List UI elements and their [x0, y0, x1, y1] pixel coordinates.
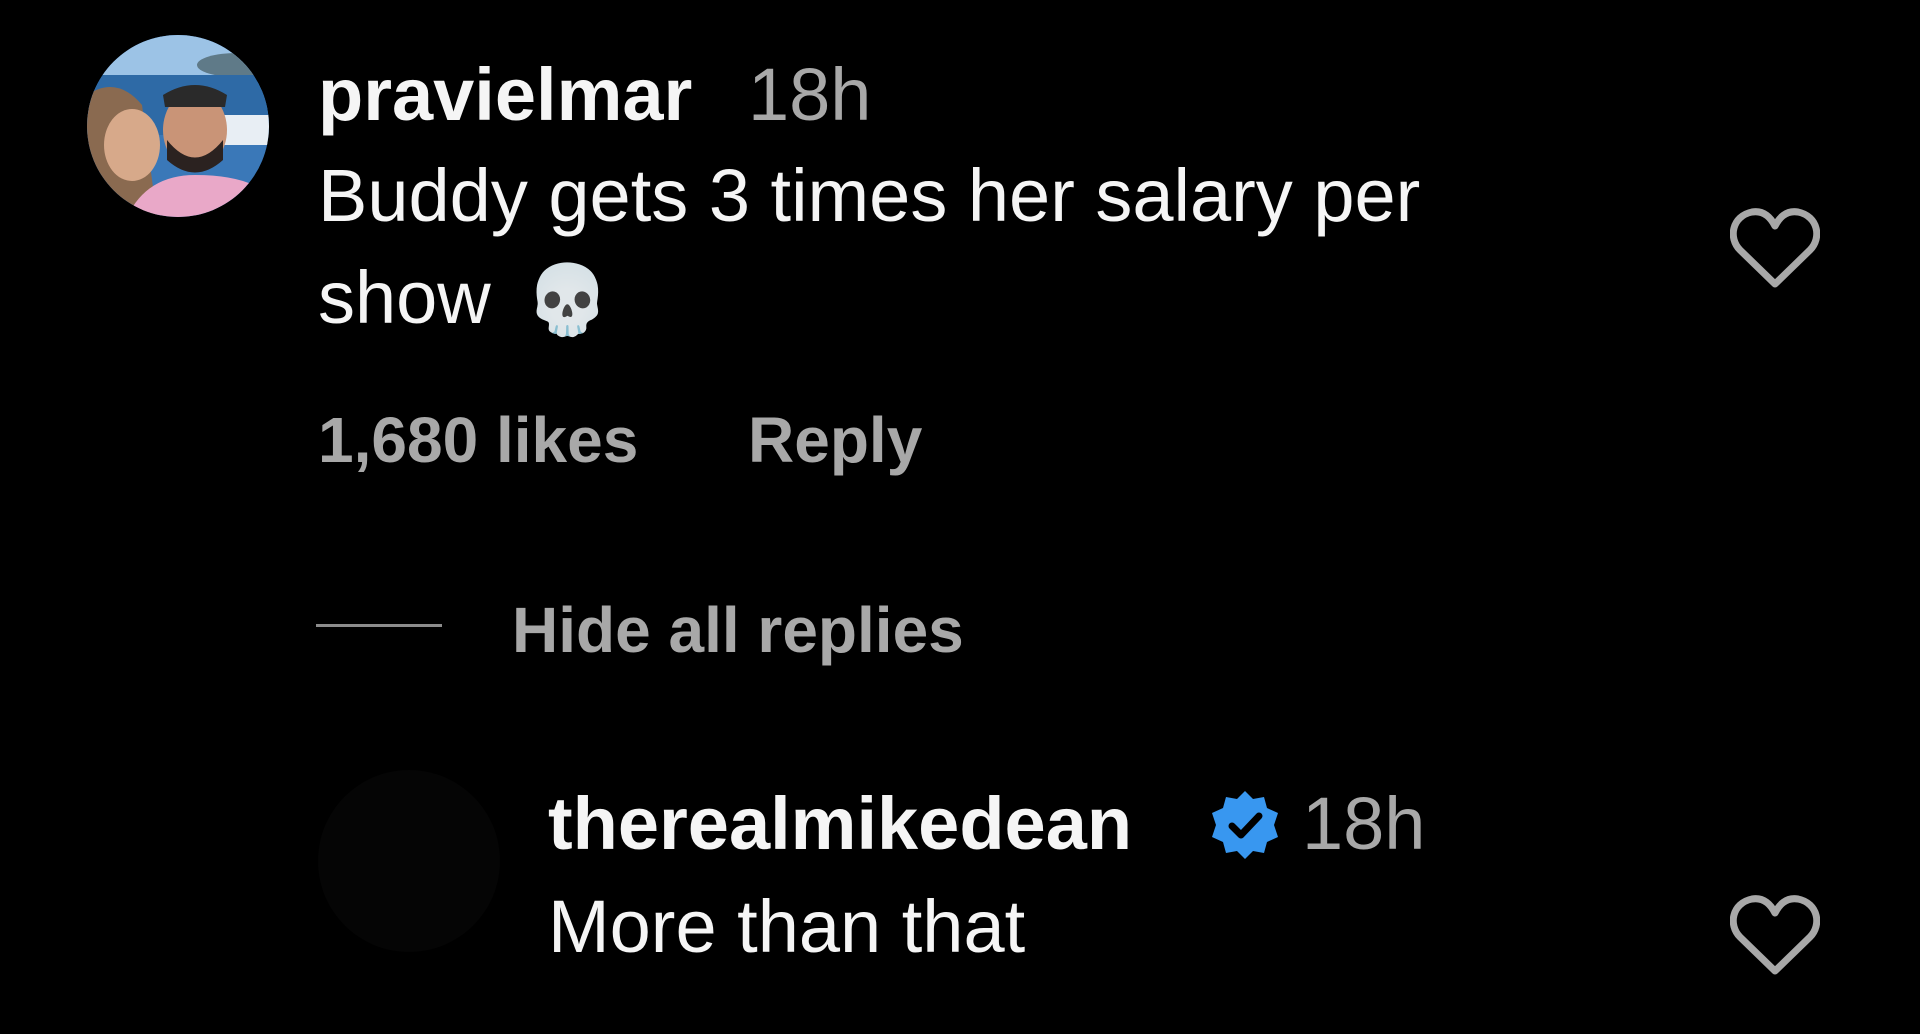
reply-avatar[interactable]: [318, 770, 500, 952]
comment-text: Buddy gets 3 times her salary per show 💀: [318, 145, 1420, 352]
heart-outline-icon[interactable]: [1730, 206, 1820, 290]
comment-username[interactable]: pravielmar: [318, 58, 692, 132]
verified-badge-icon: [1212, 791, 1278, 859]
avatar[interactable]: [87, 35, 269, 217]
hide-replies-button[interactable]: Hide all replies: [512, 598, 964, 662]
heart-outline-icon[interactable]: [1730, 893, 1820, 977]
reply-timestamp: 18h: [1302, 782, 1426, 865]
avatar-photo: [87, 35, 269, 217]
reply-text: More than that: [548, 885, 1026, 968]
comment-text-line-1: Buddy gets 3 times her salary per: [318, 154, 1421, 237]
comment-timestamp: 18h: [748, 53, 872, 136]
replies-divider: [316, 624, 442, 627]
likes-count[interactable]: 1,680 likes: [318, 408, 638, 472]
reply-button[interactable]: Reply: [748, 408, 922, 472]
comments-screen: pravielmar 18h Buddy gets 3 times her sa…: [0, 0, 1920, 1034]
reply-username[interactable]: therealmikedean: [548, 787, 1132, 861]
comment-text-line-2: show: [318, 256, 491, 339]
comment-text-line-2-wrap: show 💀: [318, 247, 1420, 352]
skull-emoji: 💀: [525, 261, 610, 340]
